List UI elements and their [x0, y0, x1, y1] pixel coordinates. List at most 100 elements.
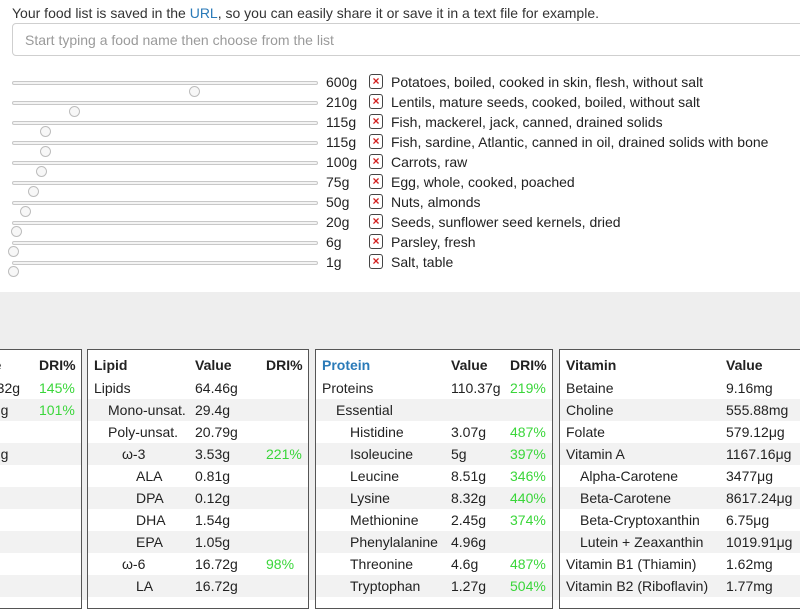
remove-food-button[interactable]: × — [369, 254, 383, 269]
nutrient-value: 1.27g — [451, 578, 487, 594]
remove-food-button[interactable]: × — [369, 154, 383, 169]
nutrient-name: Essential — [336, 402, 393, 418]
nutrient-row: Isoleucine 5g 397% — [316, 443, 552, 465]
nutrient-value: 69g — [0, 446, 9, 462]
nutrient-name: Choline — [566, 402, 614, 418]
food-name: Fish, mackerel, jack, canned, drained so… — [391, 114, 663, 130]
intro-text: Your food list is saved in the URL, so y… — [12, 5, 599, 21]
quantity-slider[interactable] — [12, 201, 318, 217]
nutrient-name: Methionine — [350, 512, 419, 528]
nutrient-name: Vitamin B2 (Riboflavin) — [566, 578, 709, 594]
column-header: DRI% — [39, 357, 76, 373]
quantity-slider[interactable] — [11, 221, 318, 237]
quantity-slider[interactable] — [12, 101, 318, 117]
nutrient-name: Threonine — [350, 556, 414, 572]
remove-food-button[interactable]: × — [369, 214, 383, 229]
nutrient-name: EPA — [136, 534, 163, 550]
nutrient-value: 7g — [0, 512, 1, 528]
nutrient-dri: 98% — [266, 556, 295, 572]
quantity-slider[interactable] — [12, 81, 318, 97]
nutrient-name: ALA — [136, 468, 163, 484]
nutrient-value: 8617.24μg — [726, 490, 793, 506]
nutrient-name: Beta-Cryptoxanthin — [580, 512, 700, 528]
quantity-slider[interactable] — [12, 161, 318, 177]
nutrient-dri: 440% — [510, 490, 546, 506]
remove-food-button[interactable]: × — [369, 94, 383, 109]
nutrient-row: 69g — [0, 443, 81, 465]
panel-lipid: Lipid Value DRI% Lipids 64.46g Mono-unsat. 29.… — [87, 349, 309, 609]
nutrient-row: Beta-Carotene 8617.24μg — [560, 487, 800, 509]
nutrient-row: Folate 579.12μg — [560, 421, 800, 443]
column-header: Protein — [322, 357, 371, 373]
remove-food-button[interactable]: × — [369, 114, 383, 129]
nutrient-name: Tryptophan — [350, 578, 421, 594]
nutrient-name: Beta-Carotene — [580, 490, 672, 506]
food-quantity: 115g — [326, 134, 357, 150]
remove-food-button[interactable]: × — [369, 134, 383, 149]
nutrient-value: 36g — [0, 402, 9, 418]
nutrient-value: 3.32g — [0, 380, 21, 396]
food-quantity: 1g — [326, 254, 342, 270]
remove-food-button[interactable]: × — [369, 74, 383, 89]
nutrient-row: Mono-unsat. 29.4g — [88, 399, 308, 421]
nutrient-value: 3.07g — [451, 424, 487, 440]
food-name: Egg, whole, cooked, poached — [391, 174, 575, 190]
food-row: 1g × Salt, table — [0, 252, 800, 277]
nutrient-dri: 219% — [510, 380, 546, 396]
nutrient-row: ω-3 3.53g 221% — [88, 443, 308, 465]
quantity-slider[interactable] — [8, 241, 318, 257]
nutrient-name: Vitamin A — [566, 446, 625, 462]
nutrient-value: 4.6g — [451, 556, 479, 572]
nutrient-value: 16.72g — [195, 556, 238, 572]
nutrient-row: 36g 101% — [0, 399, 81, 421]
nutrient-row: Lipids 64.46g — [88, 377, 308, 399]
nutrient-dri: 346% — [510, 468, 546, 484]
column-header: Value — [726, 357, 763, 373]
nutrient-row: ω-6 16.72g 98% — [88, 553, 308, 575]
remove-food-button[interactable]: × — [369, 174, 383, 189]
nutrient-value: 9g — [0, 424, 1, 440]
nutrient-value: 1.62mg — [726, 556, 773, 572]
nutrient-row: 4g — [0, 487, 81, 509]
nutrient-value: 1019.91μg — [726, 534, 793, 550]
food-row: 6g × Parsley, fresh — [0, 232, 800, 257]
nutrient-row: DHA 1.54g — [88, 509, 308, 531]
nutrient-value: 1.05g — [195, 534, 231, 550]
nutrient-dri: 504% — [510, 578, 546, 594]
nutrient-name: Mono-unsat. — [108, 402, 186, 418]
food-name: Carrots, raw — [391, 154, 468, 170]
nutrient-value: 4g — [0, 490, 1, 506]
nutrient-row: 2g — [0, 553, 81, 575]
quantity-slider[interactable] — [12, 181, 318, 197]
quantity-slider[interactable] — [8, 261, 318, 277]
intro-after: , so you can easily share it or save it … — [217, 5, 600, 21]
remove-food-button[interactable]: × — [369, 194, 383, 209]
food-row: 210g × Lentils, mature seeds, cooked, boil… — [0, 92, 800, 117]
nutrient-row: DPA 0.12g — [88, 487, 308, 509]
nutrient-value: 1167.16μg — [726, 446, 792, 462]
nutrient-dri: 374% — [510, 512, 546, 528]
panel-vitamin: Vitamin Value Betaine 9.16mg Choline 555.88mg… — [559, 349, 800, 609]
nutrient-name: ω-6 — [122, 556, 146, 572]
nutrient-row: Tryptophan 1.27g 504% — [316, 575, 552, 597]
nutrient-name: DHA — [136, 512, 166, 528]
nutrient-row: 7g — [0, 509, 81, 531]
food-row: 20g × Seeds, sunflower seed kernels, dried — [0, 212, 800, 237]
nutrient-row: 9g — [0, 421, 81, 443]
nutrient-value: 579.12μg — [726, 424, 785, 440]
food-search-input[interactable] — [12, 23, 800, 56]
nutrient-row: Vitamin B2 (Riboflavin) 1.77mg — [560, 575, 800, 597]
nutrient-row: Lutein + Zeaxanthin 1019.91μg — [560, 531, 800, 553]
quantity-slider[interactable] — [12, 141, 318, 157]
nutrient-value: 9.16mg — [726, 380, 773, 396]
quantity-slider-handle[interactable] — [8, 266, 19, 277]
quantity-slider[interactable] — [12, 121, 318, 137]
food-name: Salt, table — [391, 254, 454, 270]
url-link[interactable]: URL — [190, 5, 218, 21]
nutrient-row: Lysine 8.32g 440% — [316, 487, 552, 509]
panel-header: ue DRI% — [0, 354, 81, 376]
food-name: Lentils, mature seeds, cooked, boiled, w… — [391, 94, 700, 110]
nutrient-row: Betaine 9.16mg — [560, 377, 800, 399]
nutrient-dri: 101% — [39, 402, 75, 418]
remove-food-button[interactable]: × — [369, 234, 383, 249]
